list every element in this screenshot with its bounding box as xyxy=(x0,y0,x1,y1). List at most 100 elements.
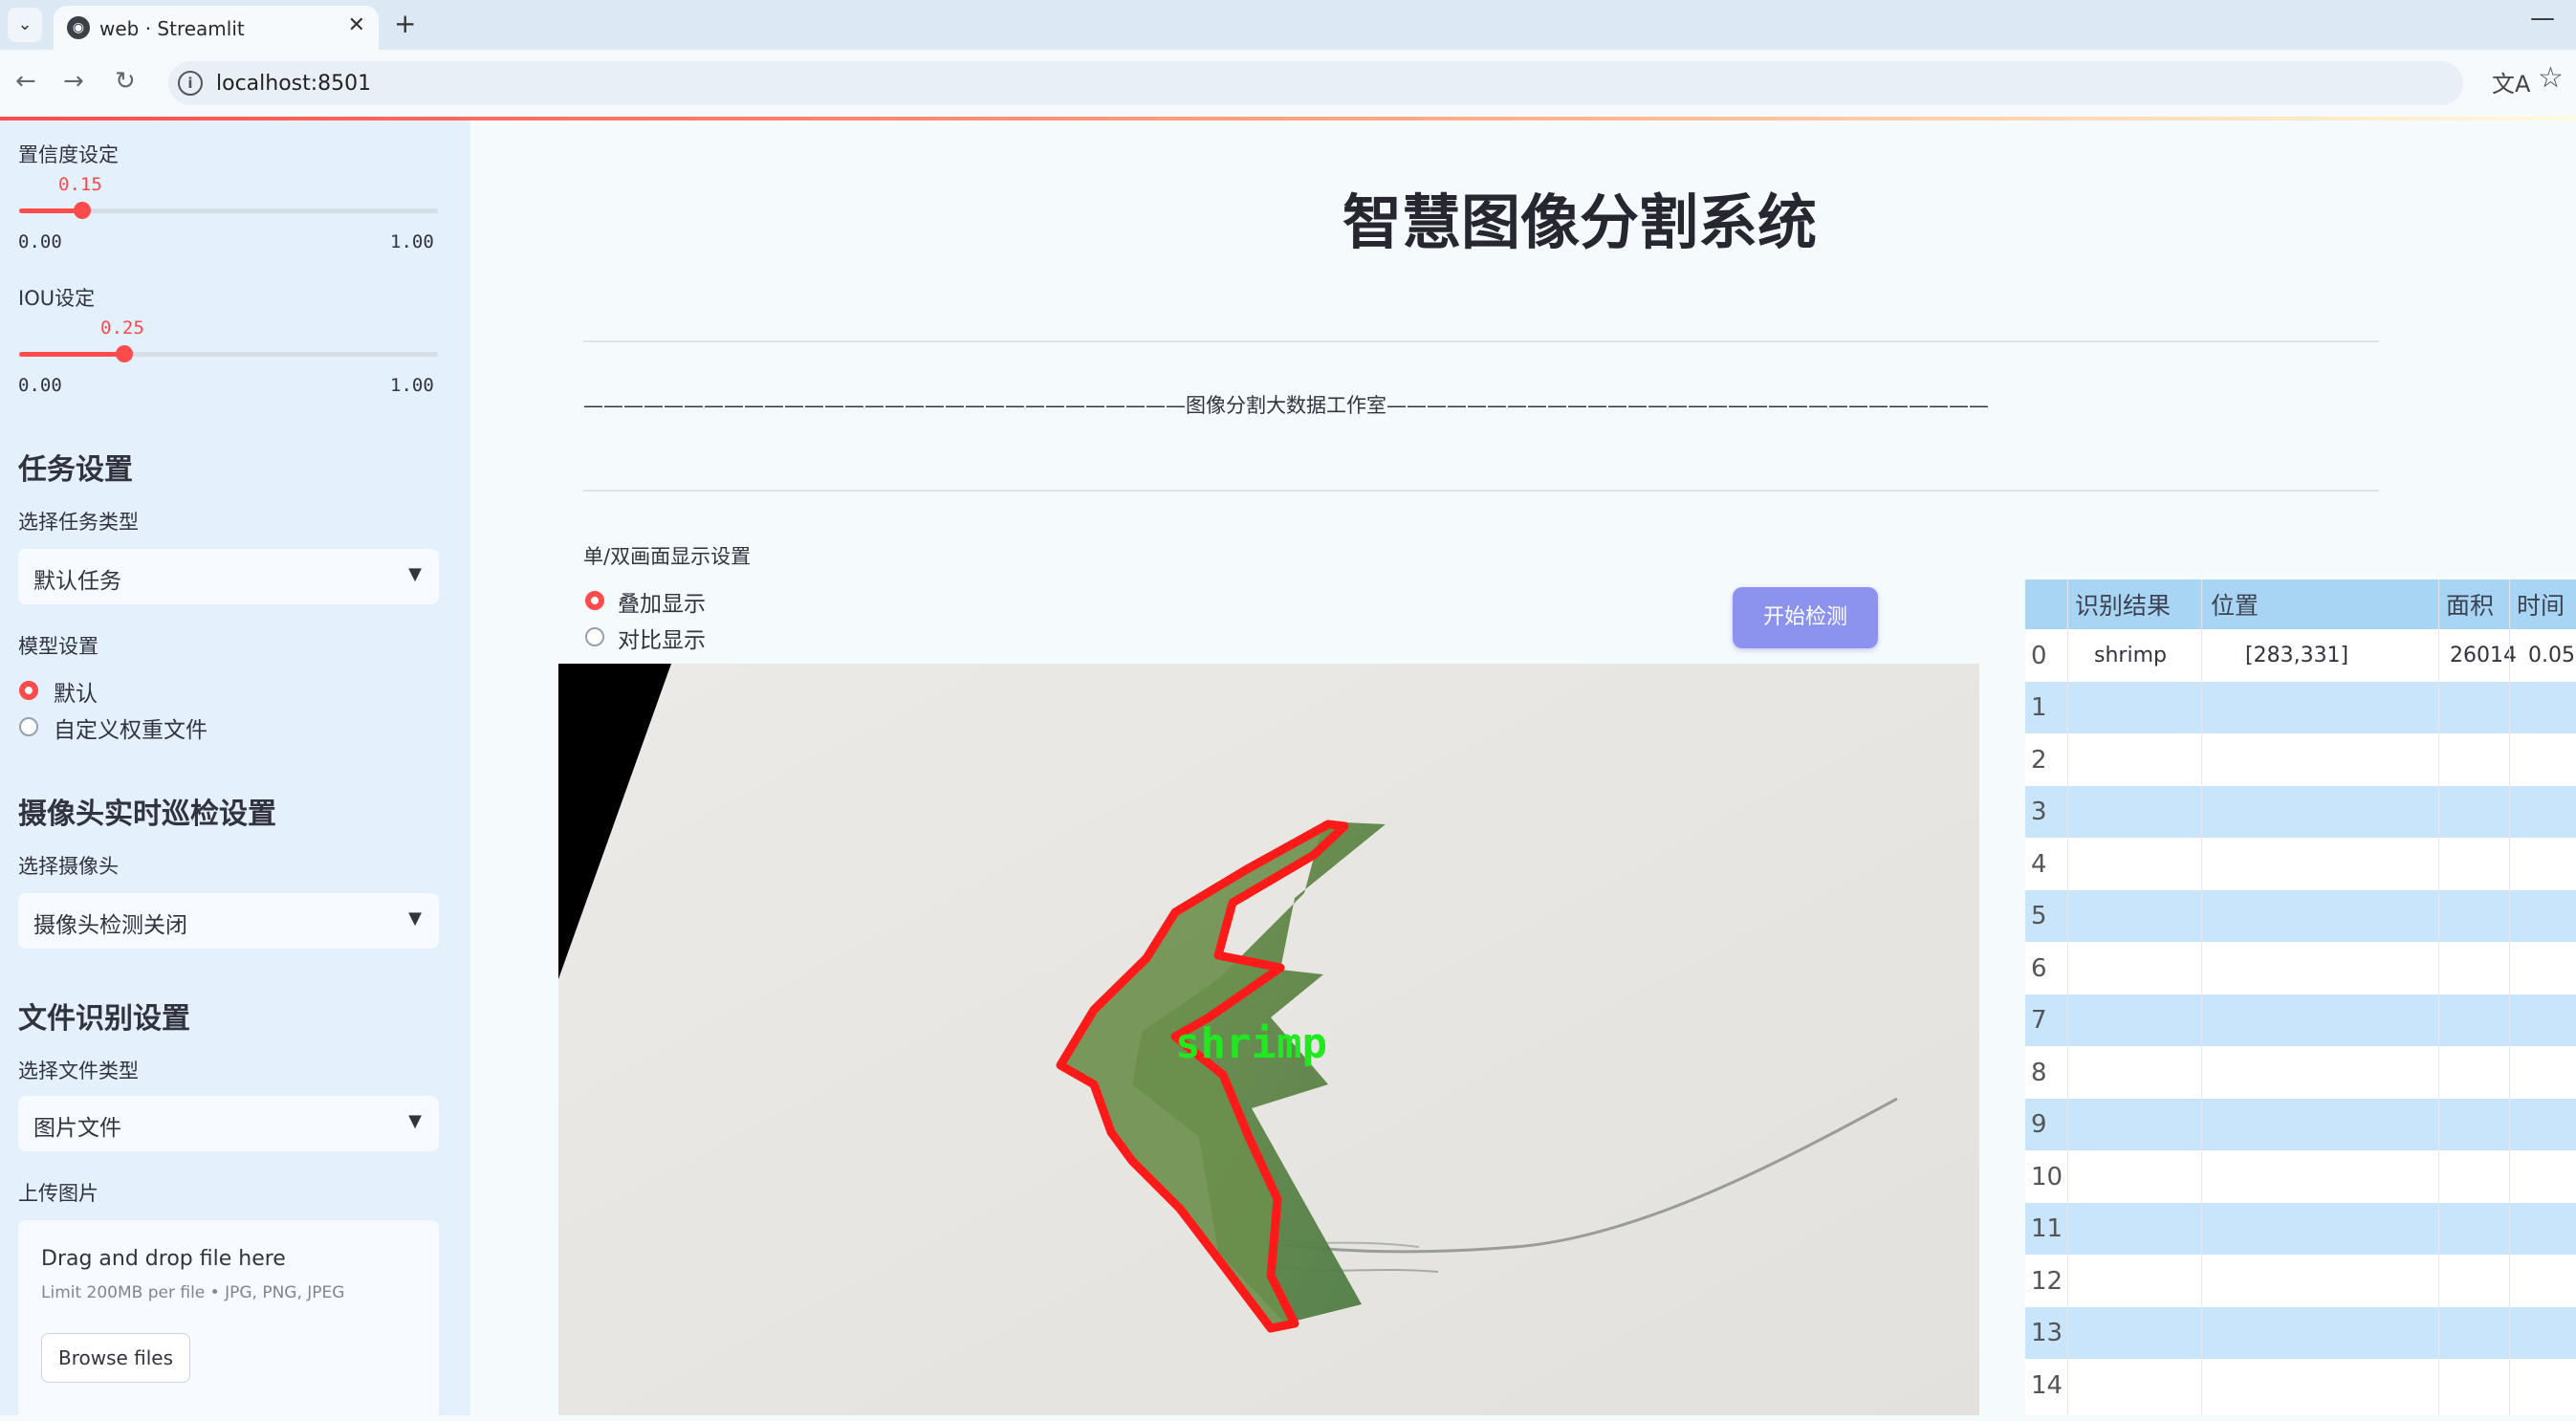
chevron-down-icon: ▼ xyxy=(408,1111,422,1131)
file-uploader-dropzone[interactable]: Drag and drop file here Limit 200MB per … xyxy=(18,1220,439,1421)
camera-select-value: 摄像头检测关闭 xyxy=(33,913,187,938)
table-row[interactable]: 2 xyxy=(2025,733,2576,786)
column-header-area[interactable]: 面积 xyxy=(2446,579,2494,629)
table-row[interactable]: 13 xyxy=(2025,1306,2576,1360)
streamlit-favicon-icon: ◉ xyxy=(67,16,90,39)
file-type-select[interactable]: 图片文件 ▼ xyxy=(18,1096,439,1151)
chevron-down-icon: ▼ xyxy=(408,908,422,929)
star-icon[interactable]: ☆ xyxy=(2538,61,2564,95)
cell-position: [283,331] xyxy=(2245,644,2349,667)
file-type-value: 图片文件 xyxy=(33,1116,121,1141)
iou-min: 0.00 xyxy=(18,375,62,396)
model-option-default[interactable]: 默认 xyxy=(54,675,98,708)
row-index: 1 xyxy=(2031,693,2047,722)
row-index: 10 xyxy=(2031,1162,2063,1191)
row-index: 4 xyxy=(2031,849,2047,879)
row-index: 3 xyxy=(2031,798,2047,826)
back-icon[interactable]: ← xyxy=(15,67,36,96)
detection-image-svg: shrimp xyxy=(558,664,1979,1415)
table-row[interactable]: 9 xyxy=(2025,1098,2576,1151)
task-type-label: 选择任务类型 xyxy=(18,511,139,534)
row-index: 0 xyxy=(2031,641,2047,670)
column-header-position[interactable]: 位置 xyxy=(2211,579,2259,629)
column-header-result[interactable]: 识别结果 xyxy=(2075,579,2171,629)
table-row[interactable]: 10 xyxy=(2025,1150,2576,1203)
file-type-label: 选择文件类型 xyxy=(18,1060,139,1082)
column-header-time[interactable]: 时间 xyxy=(2517,579,2565,629)
table-row[interactable]: 3 xyxy=(2025,785,2576,839)
camera-select-label: 选择摄像头 xyxy=(18,855,119,878)
row-index: 13 xyxy=(2031,1319,2063,1347)
chevron-down-icon: ▼ xyxy=(408,564,422,584)
close-icon[interactable]: ✕ xyxy=(348,13,365,37)
task-type-select[interactable]: 默认任务 ▼ xyxy=(18,549,439,604)
table-row[interactable]: 14 xyxy=(2025,1359,2576,1411)
start-detection-button[interactable]: 开始检测 xyxy=(1733,587,1878,648)
table-row[interactable]: 1 xyxy=(2025,681,2576,734)
model-radio-custom[interactable] xyxy=(19,717,38,736)
translate-icon[interactable]: 文A xyxy=(2492,65,2530,98)
url-field[interactable]: i localhost:8501 xyxy=(168,61,2463,105)
model-settings-label: 模型设置 xyxy=(18,635,98,658)
confidence-min: 0.00 xyxy=(18,231,62,252)
confidence-label: 置信度设定 xyxy=(18,143,119,166)
confidence-slider-thumb[interactable] xyxy=(73,202,91,219)
camera-settings-header: 摄像头实时巡检设置 xyxy=(18,798,276,831)
browser-tab[interactable]: ◉ web · Streamlit ✕ xyxy=(54,6,379,50)
task-settings-header: 任务设置 xyxy=(18,453,133,487)
page-title: 智慧图像分割系统 xyxy=(1342,187,1817,257)
cell-result: shrimp xyxy=(2094,644,2167,667)
table-row[interactable]: 11 xyxy=(2025,1202,2576,1256)
minimize-icon[interactable]: — xyxy=(2530,4,2555,33)
display-option-compare[interactable]: 对比显示 xyxy=(618,622,706,654)
column-divider xyxy=(2438,579,2439,1415)
detection-label: shrimp xyxy=(1175,1019,1327,1068)
upload-label: 上传图片 xyxy=(18,1182,98,1205)
detection-result-image: shrimp xyxy=(558,664,1979,1415)
reload-icon[interactable]: ↻ xyxy=(115,67,136,96)
iou-value: 0.25 xyxy=(100,317,144,339)
row-index: 14 xyxy=(2031,1370,2063,1400)
chevron-down-icon[interactable]: ⌄ xyxy=(8,8,42,42)
url-text: localhost:8501 xyxy=(216,72,372,96)
row-index: 8 xyxy=(2031,1058,2047,1087)
table-row[interactable]: 4 xyxy=(2025,838,2576,890)
model-radio-default[interactable] xyxy=(19,681,38,700)
plus-icon[interactable]: + xyxy=(394,8,416,39)
confidence-value: 0.15 xyxy=(58,174,102,195)
iou-slider-thumb[interactable] xyxy=(115,345,133,362)
drop-instructions: Drag and drop file here xyxy=(41,1247,286,1271)
row-index: 7 xyxy=(2031,1006,2047,1035)
table-row[interactable]: 5 xyxy=(2025,889,2576,943)
forward-icon[interactable]: → xyxy=(63,67,84,96)
column-divider xyxy=(2067,579,2068,1415)
table-header-row: 识别结果 位置 面积 时间 xyxy=(2025,579,2576,629)
iou-slider[interactable] xyxy=(19,345,438,362)
sidebar: 置信度设定 0.15 0.00 1.00 IOU设定 0.25 0.00 1.0… xyxy=(0,120,470,1421)
table-row[interactable]: 8 xyxy=(2025,1046,2576,1099)
table-row[interactable]: 6 xyxy=(2025,942,2576,995)
confidence-slider[interactable] xyxy=(19,202,438,219)
iou-max: 1.00 xyxy=(390,375,434,396)
table-row[interactable]: 12 xyxy=(2025,1255,2576,1307)
table-row[interactable]: 0 shrimp [283,331] 26014 0.05 xyxy=(2025,629,2576,682)
display-radio-compare[interactable] xyxy=(585,627,604,646)
iou-slider-fill xyxy=(19,352,124,357)
display-option-overlay[interactable]: 叠加显示 xyxy=(618,585,706,618)
row-index: 12 xyxy=(2031,1266,2063,1296)
row-index: 11 xyxy=(2031,1214,2063,1243)
display-mode-label: 单/双画面显示设置 xyxy=(583,545,752,568)
task-type-value: 默认任务 xyxy=(33,569,121,594)
divider xyxy=(583,340,2379,342)
camera-select[interactable]: 摄像头检测关闭 ▼ xyxy=(18,893,439,949)
result-table[interactable]: 识别结果 位置 面积 时间 0 shrimp [283,331] 26014 0.05 1… xyxy=(2025,579,2576,1415)
model-option-custom[interactable]: 自定义权重文件 xyxy=(54,711,207,744)
display-radio-overlay[interactable] xyxy=(585,591,604,610)
row-index: 9 xyxy=(2031,1110,2047,1139)
table-row[interactable]: 7 xyxy=(2025,994,2576,1047)
tab-title: web · Streamlit xyxy=(99,17,245,40)
browser-tab-bar: ⌄ ◉ web · Streamlit ✕ + — xyxy=(0,0,2576,50)
info-icon[interactable]: i xyxy=(178,71,203,96)
confidence-max: 1.00 xyxy=(390,231,434,252)
browse-files-button[interactable]: Browse files xyxy=(41,1333,190,1383)
